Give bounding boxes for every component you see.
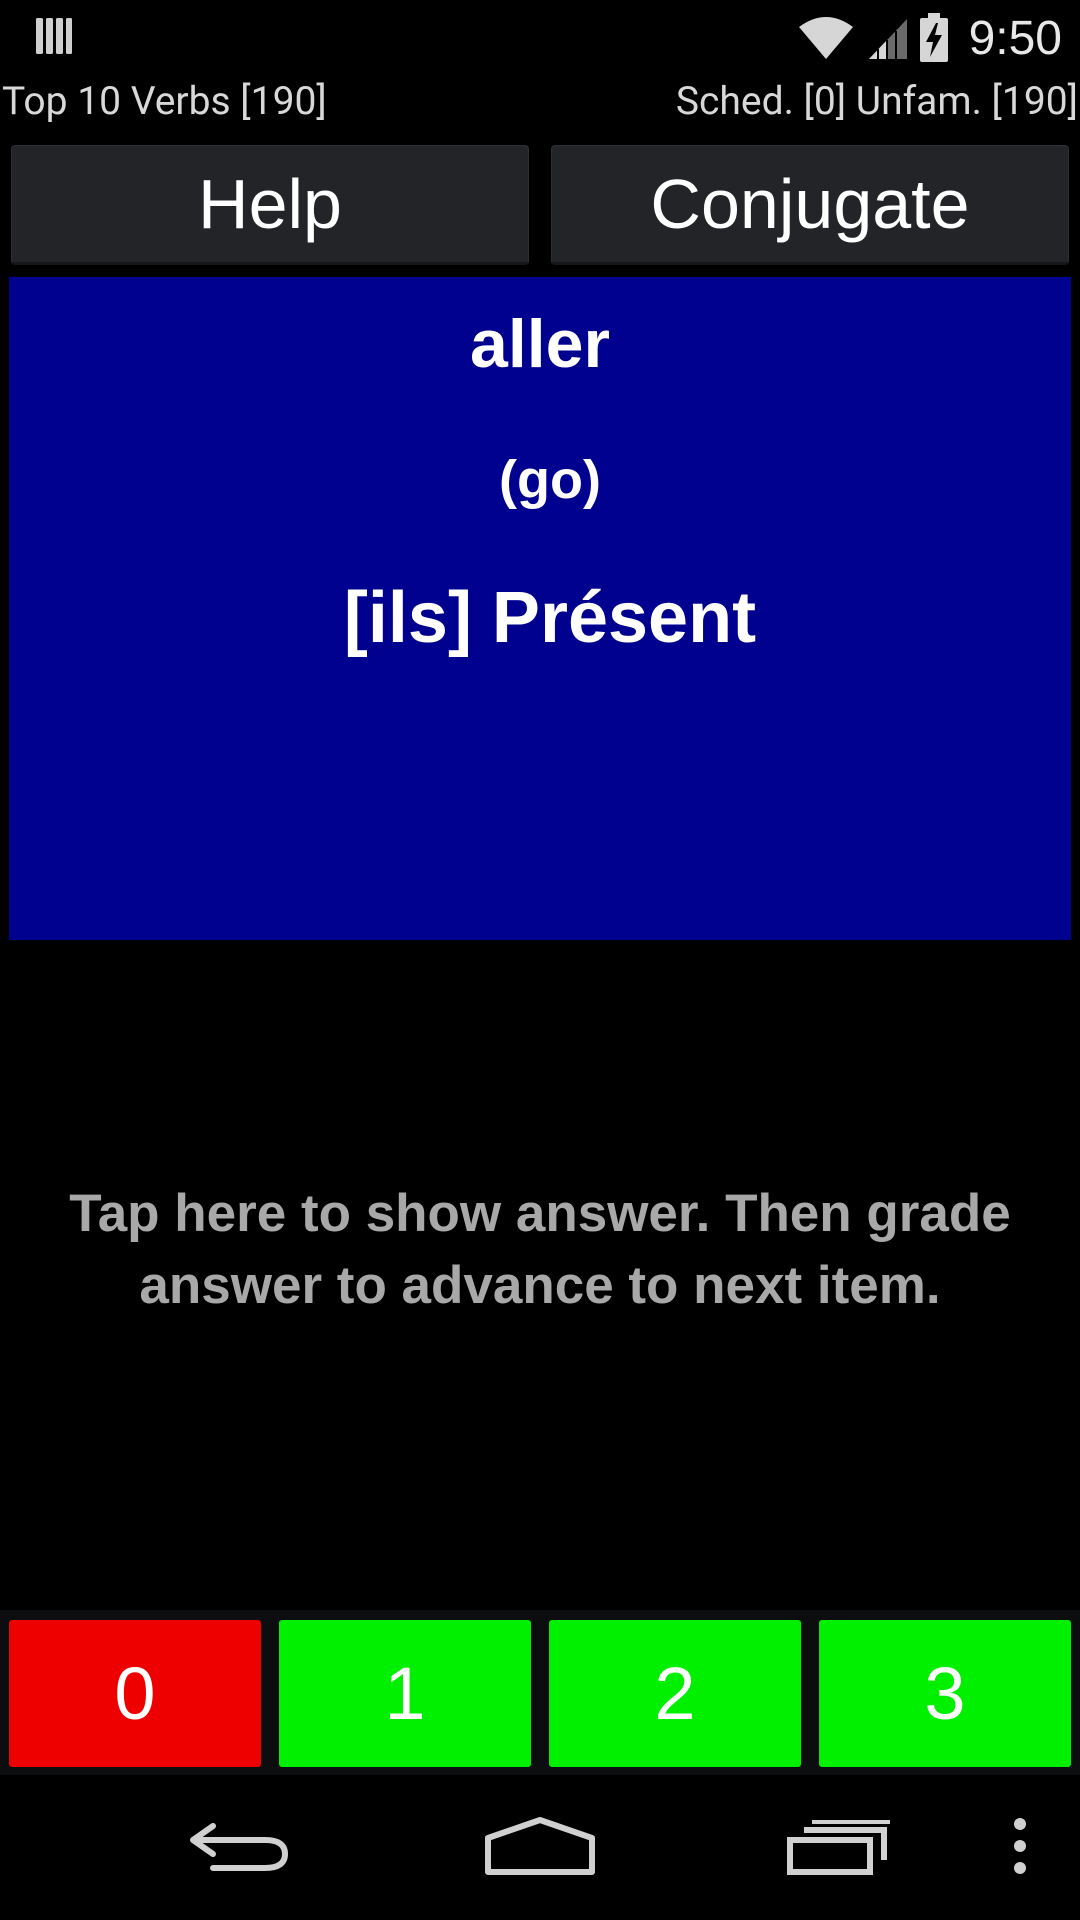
grade-3-button[interactable]: 3 — [819, 1620, 1071, 1767]
overflow-menu-button[interactable] — [1000, 1811, 1040, 1881]
show-answer-area[interactable]: Tap here to show answer. Then grade answ… — [0, 945, 1080, 1605]
recent-apps-icon — [787, 1820, 890, 1875]
back-icon — [190, 1823, 289, 1871]
answer-hint: Tap here to show answer. Then grade answ… — [69, 1184, 1011, 1315]
home-button[interactable] — [480, 1811, 600, 1881]
flashcard[interactable]: aller (go) [ils] Présent — [9, 277, 1071, 940]
notification-bars-icon — [36, 18, 72, 54]
recent-apps-button[interactable] — [780, 1811, 900, 1881]
cell-signal-icon — [868, 19, 907, 59]
grade-1-button[interactable]: 1 — [279, 1620, 531, 1767]
home-icon — [485, 1817, 595, 1875]
status-time: 9:50 — [968, 11, 1062, 65]
battery-charging-icon — [919, 13, 948, 62]
deck-label: Top 10 Verbs [190] — [2, 78, 327, 124]
info-row: Top 10 Verbs [190] Sched. [0] Unfam. [19… — [0, 78, 1080, 134]
wifi-icon — [798, 17, 853, 59]
status-bar: 9:50 — [0, 0, 1080, 75]
overflow-menu-icon — [1014, 1818, 1026, 1874]
help-button[interactable]: Help — [11, 145, 529, 265]
counts-label: Sched. [0] Unfam. [190] — [675, 78, 1078, 124]
grade-bar: 0 1 2 3 — [0, 1610, 1080, 1775]
card-translation: (go) — [499, 450, 601, 510]
card-prompt: [ils] Présent — [343, 578, 757, 658]
card-verb: aller — [470, 306, 610, 382]
navigation-bar — [0, 1775, 1080, 1920]
grade-2-button[interactable]: 2 — [549, 1620, 801, 1767]
status-icons: 9:50 — [797, 8, 1062, 68]
grade-0-button[interactable]: 0 — [9, 1620, 261, 1767]
back-button[interactable] — [180, 1811, 300, 1881]
conjugate-button[interactable]: Conjugate — [551, 145, 1069, 265]
